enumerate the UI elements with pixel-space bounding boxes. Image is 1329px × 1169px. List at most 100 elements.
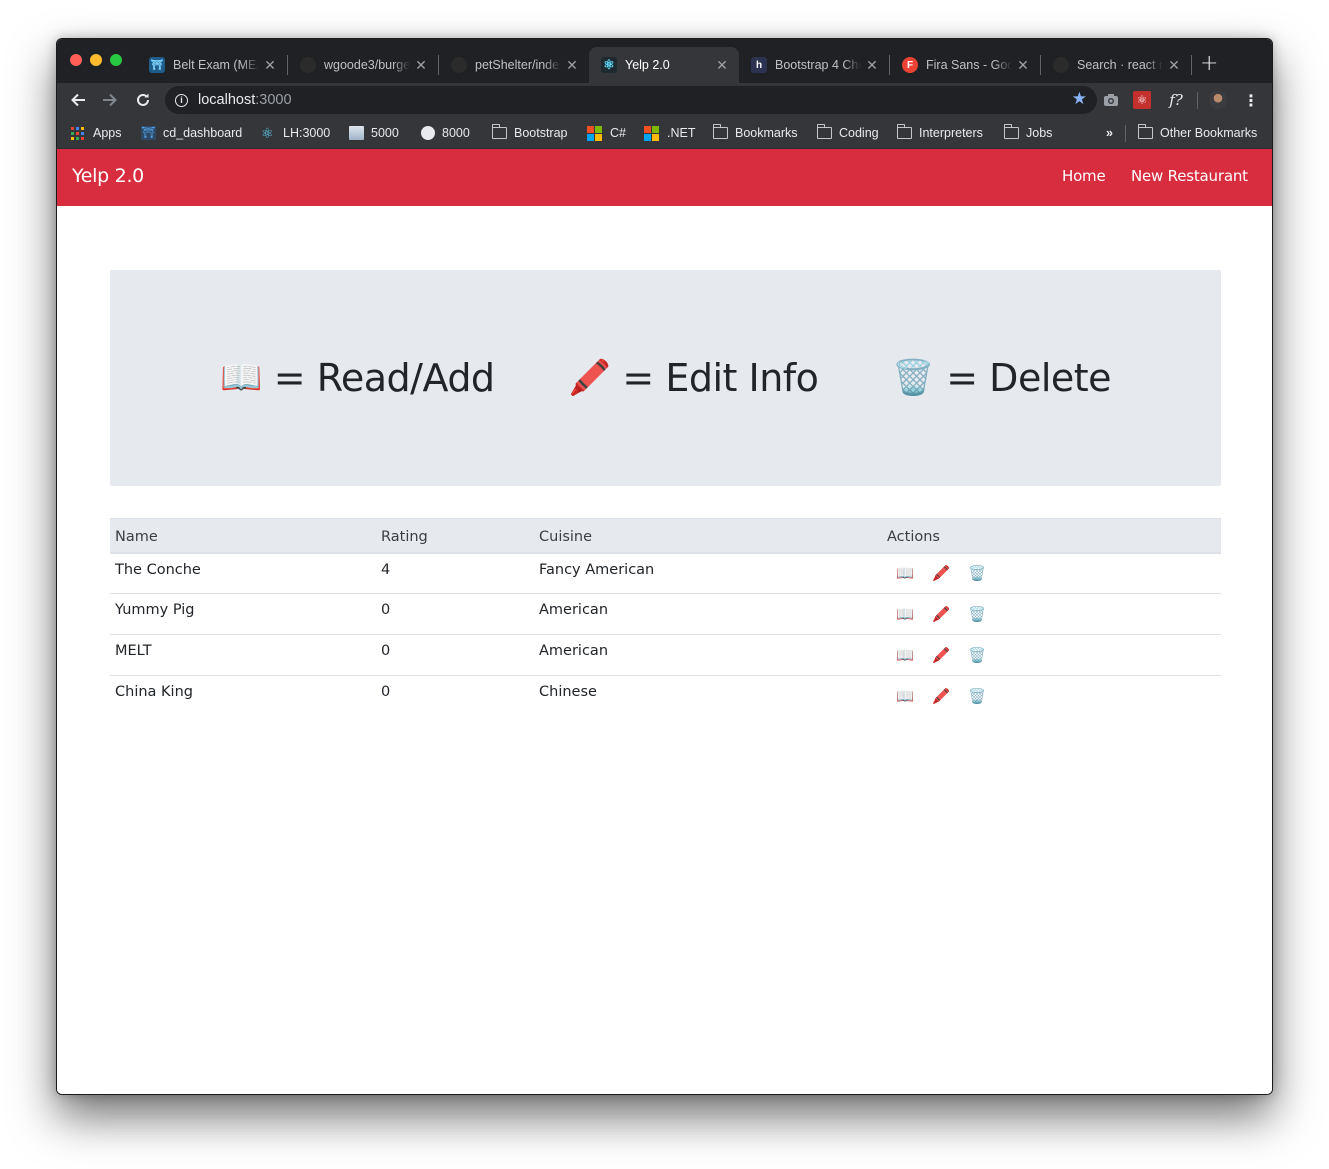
- folder-icon: [816, 124, 832, 139]
- nav-home-link[interactable]: Home: [1062, 167, 1106, 185]
- react-icon: ⚛: [601, 57, 617, 73]
- legend-jumbotron: 📖 = Read/Add 🖍️ = Edit Info 🗑️ = Delete: [110, 270, 1221, 486]
- tab-bootstrap-cheatsheet[interactable]: h Bootstrap 4 Cheat ✕: [739, 47, 889, 83]
- tab-title: Bootstrap 4 Cheat: [775, 58, 861, 72]
- torii-icon: ⛩: [149, 57, 165, 73]
- folder-icon: [1003, 124, 1019, 139]
- book-icon: 📖: [219, 358, 262, 398]
- legend-text: = Read/Add: [273, 356, 495, 400]
- bookmark-coding[interactable]: Coding: [816, 124, 879, 141]
- bookmark-cd-dashboard[interactable]: ⛩ cd_dashboard: [141, 125, 242, 141]
- close-tab-icon[interactable]: ✕: [1016, 57, 1030, 74]
- header-rating: Rating: [376, 518, 534, 554]
- toolbar-separator: [1197, 92, 1198, 109]
- bookmark-bookmarks[interactable]: Bookmarks: [712, 124, 798, 141]
- read-button[interactable]: 📖: [895, 645, 915, 665]
- info-icon[interactable]: i: [175, 93, 188, 107]
- tab-fira-sans[interactable]: F Fira Sans - Google ✕: [890, 47, 1040, 83]
- close-tab-icon[interactable]: ✕: [1167, 57, 1181, 74]
- delete-button[interactable]: 🗑️: [967, 686, 987, 706]
- read-button[interactable]: 📖: [895, 686, 915, 706]
- bookmarks-overflow-button[interactable]: »: [1106, 125, 1113, 141]
- delete-button[interactable]: 🗑️: [967, 564, 987, 584]
- profile-avatar[interactable]: [1209, 91, 1227, 109]
- tab-burger[interactable]: wgoode3/burger ✕: [288, 47, 438, 83]
- bookmark-interpreters[interactable]: Interpreters: [896, 124, 983, 141]
- tab-search-react[interactable]: Search · react n ✕: [1041, 47, 1191, 83]
- read-button[interactable]: 📖: [895, 604, 915, 624]
- back-button[interactable]: [67, 89, 89, 111]
- edit-button[interactable]: 🖍️: [931, 645, 951, 665]
- legend-text: = Delete: [946, 356, 1112, 400]
- tab-yelp[interactable]: ⚛ Yelp 2.0 ✕: [589, 47, 739, 83]
- github-icon: [300, 57, 316, 73]
- microsoft-icon: [644, 125, 659, 141]
- bookmark-label: 5000: [371, 126, 399, 140]
- bookmark-label: Coding: [839, 126, 879, 140]
- close-tab-icon[interactable]: ✕: [565, 57, 579, 74]
- minimize-window-button[interactable]: [90, 54, 102, 66]
- address-bar[interactable]: i localhost:3000 ★: [165, 86, 1097, 114]
- nav-new-restaurant-link[interactable]: New Restaurant: [1131, 167, 1248, 185]
- tab-separator: [1191, 55, 1192, 75]
- react-devtools-extension-icon[interactable]: ⚛: [1133, 91, 1151, 109]
- restaurant-rating: 0: [376, 634, 534, 676]
- close-tab-icon[interactable]: ✕: [263, 57, 277, 74]
- bookmark-label: LH:3000: [283, 126, 331, 140]
- reload-button[interactable]: [132, 89, 154, 111]
- bookmark-label: Jobs: [1026, 126, 1053, 140]
- actions-cell: 📖 🖍️ 🗑️: [882, 553, 1221, 594]
- menu-kebab-icon[interactable]: ⋮: [1242, 91, 1260, 110]
- bookmark-8000[interactable]: 8000: [421, 125, 470, 141]
- arrow-left-icon: [71, 93, 85, 107]
- crayon-icon: 🖍️: [568, 358, 611, 398]
- restaurant-rating: 4: [381, 561, 391, 578]
- bookmark-bootstrap[interactable]: Bootstrap: [491, 124, 568, 141]
- read-button[interactable]: 📖: [895, 564, 915, 584]
- camera-extension-icon[interactable]: [1102, 91, 1120, 109]
- restaurant-rating: 0: [376, 593, 534, 635]
- tab-belt-exam[interactable]: ⛩ Belt Exam (MEAN ✕: [137, 47, 287, 83]
- delete-button[interactable]: 🗑️: [967, 604, 987, 624]
- restaurant-cuisine: American: [534, 593, 882, 635]
- header-actions: Actions: [882, 518, 1221, 554]
- bookmark-lh3000[interactable]: ⚛ LH:3000: [261, 125, 330, 141]
- bookmark-label: cd_dashboard: [163, 126, 243, 140]
- close-tab-icon[interactable]: ✕: [865, 57, 879, 74]
- restaurant-cuisine: American: [534, 634, 882, 676]
- bookmark-apps[interactable]: Apps: [71, 125, 122, 141]
- bookmark-dotnet[interactable]: .NET: [644, 125, 695, 141]
- new-tab-button[interactable]: +: [1200, 51, 1218, 76]
- folder-icon: [491, 124, 507, 139]
- close-tab-icon[interactable]: ✕: [715, 57, 729, 74]
- delete-button[interactable]: 🗑️: [967, 645, 987, 665]
- actions-cell: 📖 🖍️ 🗑️: [882, 593, 1221, 635]
- bookmark-star-icon[interactable]: ★: [1072, 89, 1087, 109]
- bookmark-label: 8000: [442, 126, 470, 140]
- close-window-button[interactable]: [70, 54, 82, 66]
- fonts-icon: F: [902, 57, 918, 73]
- maximize-window-button[interactable]: [110, 54, 122, 66]
- bookmark-csharp[interactable]: C#: [587, 125, 626, 141]
- tab-petshelter[interactable]: petShelter/index ✕: [439, 47, 589, 83]
- header-name: Name: [110, 518, 376, 554]
- restaurant-name: Yummy Pig: [110, 593, 376, 635]
- bookmark-other-bookmarks[interactable]: Other Bookmarks: [1137, 124, 1257, 141]
- arrow-right-icon: [103, 93, 117, 107]
- bookmark-jobs[interactable]: Jobs: [1003, 124, 1053, 141]
- font-extension-icon[interactable]: f?: [1165, 91, 1187, 109]
- edit-button[interactable]: 🖍️: [931, 604, 951, 624]
- tab-title: Search · react n: [1077, 58, 1163, 72]
- browser-window: ⛩ Belt Exam (MEAN ✕ wgoode3/burger ✕ pet…: [56, 38, 1273, 1095]
- forward-button[interactable]: [99, 89, 121, 111]
- github-icon: [1053, 57, 1069, 73]
- edit-button[interactable]: 🖍️: [931, 564, 951, 584]
- table-row: China King 0 Chinese 📖 🖍️ 🗑️: [110, 675, 1221, 717]
- folder-icon: [1137, 124, 1153, 139]
- bookmark-label: C#: [610, 126, 626, 140]
- close-tab-icon[interactable]: ✕: [414, 57, 428, 74]
- edit-button[interactable]: 🖍️: [931, 686, 951, 706]
- bookmark-5000[interactable]: 5000: [349, 125, 399, 141]
- github-icon: [451, 57, 467, 73]
- brand-link[interactable]: Yelp 2.0: [72, 165, 144, 187]
